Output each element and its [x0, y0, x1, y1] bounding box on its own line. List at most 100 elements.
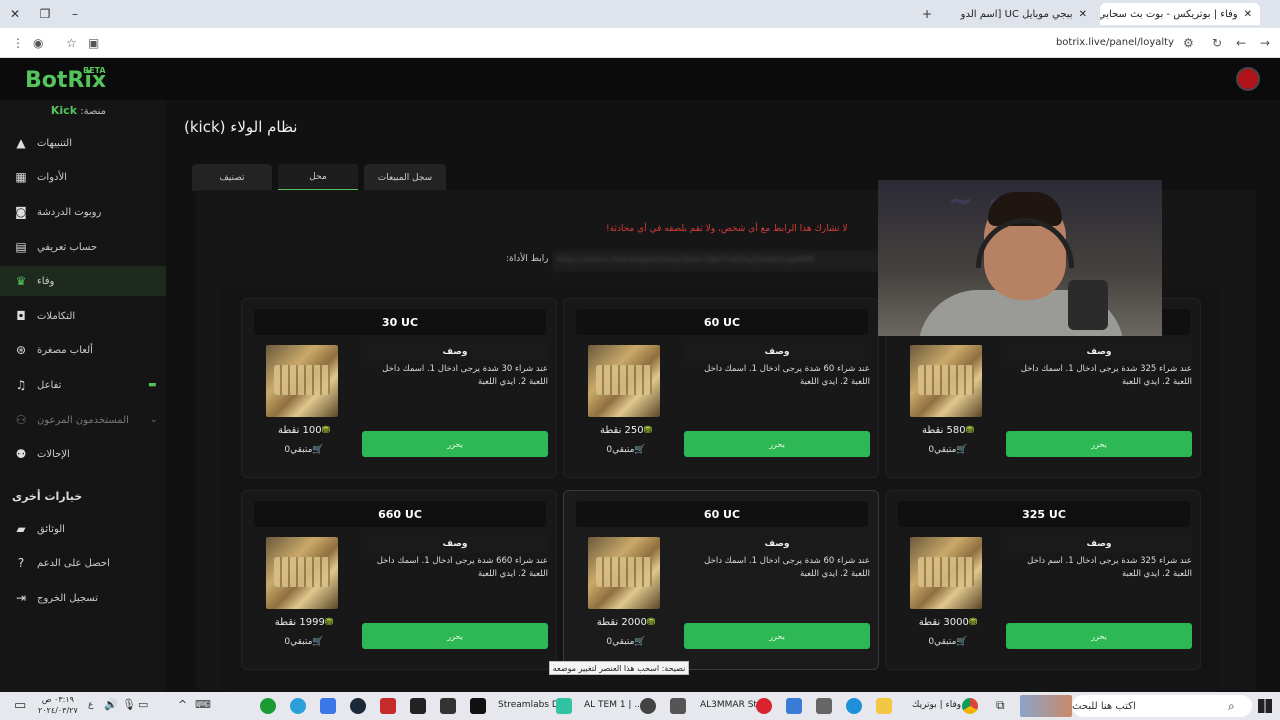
- cart-icon: 🛒: [956, 445, 968, 455]
- edit-item-button[interactable]: يحرر: [362, 623, 548, 649]
- page-title: نظام الولاء (kick): [184, 118, 298, 136]
- sidebar-item-sponsored-users[interactable]: ⚇ المستخدمون المرعون ⌄: [0, 405, 166, 435]
- language-indicator[interactable]: ع: [88, 700, 93, 710]
- warning-icon: ▲: [16, 136, 26, 150]
- weather-thumbnail[interactable]: [1020, 695, 1072, 717]
- taskbar-app-kick[interactable]: AL TEM 1 | ...: [584, 700, 643, 710]
- edit-item-button[interactable]: يحرر: [684, 431, 870, 457]
- tab-close-icon[interactable]: ✕: [1079, 9, 1087, 20]
- mic-icon[interactable]: 🎙: [122, 698, 136, 711]
- sidebar-item-label: الإحالات: [37, 448, 70, 460]
- integrations-icon: ◘: [16, 309, 26, 323]
- new-badge-icon: ▬: [148, 380, 157, 390]
- opera-icon[interactable]: [756, 698, 772, 714]
- platform-indicator: منصة: Kick: [51, 104, 106, 117]
- site-settings-icon[interactable]: ⚙: [1183, 36, 1194, 50]
- profile-icon[interactable]: ◉: [33, 36, 43, 50]
- sidebar-item-support[interactable]: ? احصل على الدعم: [0, 548, 166, 578]
- minimize-window-icon[interactable]: –: [60, 7, 90, 21]
- streamlabs-icon[interactable]: [556, 698, 572, 714]
- search-icon[interactable]: ⌕: [1228, 699, 1235, 714]
- points-icon: ⛃: [965, 425, 975, 436]
- tray-chevron-icon[interactable]: ^: [178, 698, 187, 711]
- widget-link-field[interactable]: https://botrix.live/widgets/shop?bid=1Ne…: [552, 250, 882, 272]
- sidebar-item-integrations[interactable]: ◘ التكاملات: [0, 301, 166, 331]
- tab-shop[interactable]: محل: [278, 164, 358, 191]
- app-red-icon[interactable]: [380, 698, 396, 714]
- network-icon[interactable]: ▭: [138, 698, 148, 711]
- platform-label: منصة:: [80, 106, 106, 117]
- edge-icon[interactable]: [846, 698, 862, 714]
- uc-coins-image: [910, 345, 982, 417]
- uc-coins-image: [588, 345, 660, 417]
- sidebar-item-loyalty[interactable]: ♛ وفاء: [0, 266, 166, 296]
- tab-sales-log[interactable]: سجل المبيعات: [364, 164, 446, 191]
- forward-icon[interactable]: →: [1260, 36, 1270, 50]
- sidebar-item-interaction[interactable]: ♫ تفاعل ▬: [0, 370, 166, 400]
- sidebar-item-alerts[interactable]: ▲ التنبيهات: [0, 128, 166, 158]
- folder-icon[interactable]: [876, 698, 892, 714]
- tab-close-icon[interactable]: ✕: [1244, 9, 1252, 20]
- capcut-icon[interactable]: [410, 698, 426, 714]
- task-view-icon[interactable]: ⧉: [996, 698, 1005, 713]
- sidebar-item-chatbot[interactable]: ◙ روبوت الدردشة: [0, 197, 166, 227]
- botrix-logo[interactable]: BotRix BETA: [25, 66, 106, 93]
- description-heading: وصف: [362, 535, 548, 553]
- app-icon[interactable]: [670, 698, 686, 714]
- browser-tab-botrix[interactable]: ✕ وفاء | بوتريكس - بوت بث سحابي: [1100, 3, 1260, 25]
- reload-icon[interactable]: ↻: [1212, 36, 1222, 50]
- shop-item-card: 660 UC وصف عند شراء 660 شدة يرجى ادخال 1…: [241, 490, 557, 670]
- item-title: 60 UC: [576, 309, 868, 335]
- sidebar-item-docs[interactable]: ▰ الوثائق: [0, 514, 166, 544]
- item-stock: 🛒متبقي0: [264, 445, 344, 455]
- tab-ranking[interactable]: تصنيف: [192, 164, 272, 191]
- close-window-icon[interactable]: ✕: [0, 7, 30, 21]
- volume-icon[interactable]: 🔊: [104, 698, 118, 711]
- steam-icon[interactable]: [350, 698, 366, 714]
- sidebar-item-minigames[interactable]: ⊛ ألعاب مصغرة: [0, 335, 166, 365]
- menu-dots-icon[interactable]: ⋮: [12, 36, 24, 50]
- photos-icon[interactable]: [320, 698, 336, 714]
- item-stock: 🛒متبقي0: [586, 637, 666, 647]
- calculator-icon[interactable]: [816, 698, 832, 714]
- extension-icon[interactable]: ▣: [88, 36, 99, 50]
- sidebar-item-widgets[interactable]: ▦ الأدوات: [0, 162, 166, 192]
- notifications-icon[interactable]: ▭: [14, 698, 26, 713]
- widgets-icon: ▦: [15, 170, 27, 184]
- bookmark-star-icon[interactable]: ☆: [66, 36, 77, 50]
- edit-item-button[interactable]: يحرر: [684, 623, 870, 649]
- shop-item-card[interactable]: 60 UC وصف عند شراء 60 شدة يرجى ادخال 1. …: [563, 490, 879, 670]
- item-stock: 🛒متبقي0: [586, 445, 666, 455]
- xbox-icon[interactable]: [260, 698, 276, 714]
- item-stock: 🛒متبقي0: [264, 637, 344, 647]
- user-avatar[interactable]: [1236, 67, 1260, 91]
- drag-hint-tooltip: نصيحة: اسحب هذا العنصر لتغيير موضعه: [549, 661, 689, 675]
- telegram-icon[interactable]: [290, 698, 306, 714]
- cart-icon: 🛒: [312, 637, 324, 647]
- keyboard-icon[interactable]: ⌨: [195, 698, 211, 711]
- tiktok-icon[interactable]: [470, 698, 486, 714]
- new-tab-icon[interactable]: +: [912, 7, 942, 21]
- item-description: عند شراء 325 شدة يرجى ادخال 1. اسمك داخل…: [1020, 364, 1192, 387]
- sidebar-item-logout[interactable]: ⇥ تسجيل الخروج: [0, 583, 166, 613]
- stock-value: متبقي0: [284, 445, 313, 455]
- url-text[interactable]: botrix.live/panel/loyalty: [1056, 37, 1174, 48]
- obs-icon[interactable]: [640, 698, 656, 714]
- clock[interactable]: ٠٣:١٩ ص ٢٠٢٤/٠٣/٢٧: [38, 694, 78, 716]
- edit-item-button[interactable]: يحرر: [362, 431, 548, 457]
- points-value: 1999 نقطة: [274, 617, 325, 628]
- sidebar-item-profile[interactable]: ▤ حساب تعريفي: [0, 232, 166, 262]
- back-icon[interactable]: ←: [1236, 36, 1246, 50]
- windows-start-icon[interactable]: [1258, 699, 1272, 713]
- points-icon: ⛃: [324, 617, 334, 628]
- chrome-icon[interactable]: [962, 698, 978, 714]
- epic-icon[interactable]: [440, 698, 456, 714]
- sidebar-item-label: احصل على الدعم: [37, 557, 110, 569]
- browser-tab-shop[interactable]: ✕ ببجي موبايل UC [اسم الدولة] | خـ: [960, 3, 1095, 25]
- taskbar-search[interactable]: اكتب هنا للبحث: [1072, 695, 1252, 717]
- restore-window-icon[interactable]: ❐: [30, 7, 60, 21]
- edit-item-button[interactable]: يحرر: [1006, 623, 1192, 649]
- sidebar-item-referrals[interactable]: ⚉ الإحالات: [0, 439, 166, 469]
- settings-app-icon[interactable]: [786, 698, 802, 714]
- edit-item-button[interactable]: يحرر: [1006, 431, 1192, 457]
